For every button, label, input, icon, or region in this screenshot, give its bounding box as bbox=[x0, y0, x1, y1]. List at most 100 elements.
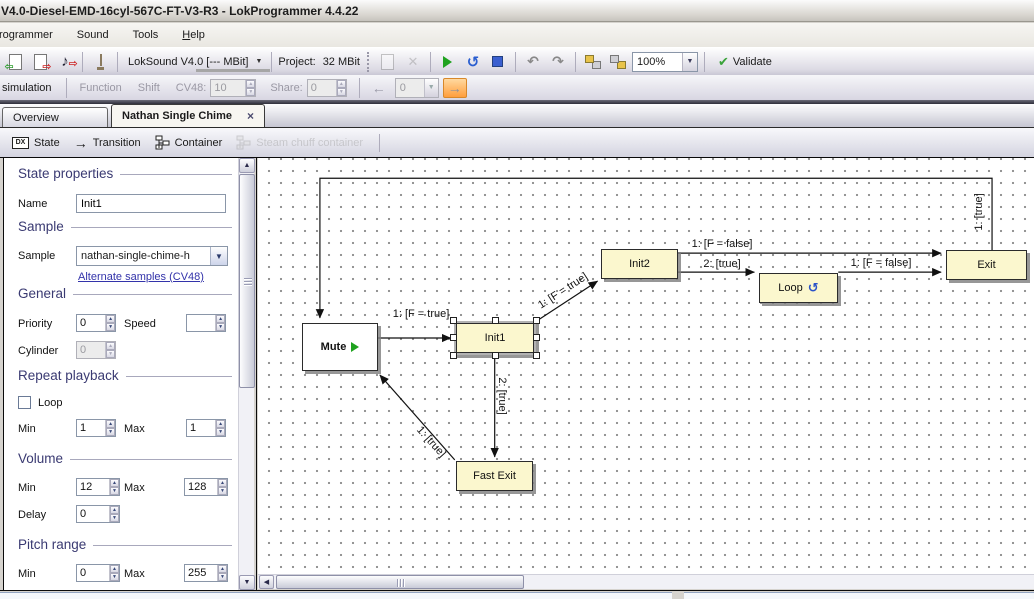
selection-handle[interactable] bbox=[450, 334, 457, 341]
write-sound-button[interactable]: ♪⇨ bbox=[54, 51, 76, 73]
pitch-max-spinner[interactable]: ▲▼ bbox=[184, 564, 228, 582]
write-decoder-button[interactable]: ⇨ bbox=[29, 51, 51, 73]
state-node-init1[interactable]: Init1 bbox=[456, 323, 534, 353]
spin-up-icon[interactable]: ▲ bbox=[337, 80, 346, 88]
validate-button[interactable]: ✔ Validate bbox=[711, 51, 779, 73]
spin-up-icon[interactable]: ▲ bbox=[110, 506, 119, 514]
nav-back-button[interactable]: ← bbox=[367, 78, 391, 98]
zoom-out-button[interactable] bbox=[607, 51, 629, 73]
repeat-min-value[interactable] bbox=[77, 420, 105, 436]
undo-button[interactable]: ↶ bbox=[522, 51, 544, 73]
state-node-mute[interactable]: Mute bbox=[302, 323, 378, 371]
priority-spinner[interactable]: ▲▼ bbox=[76, 314, 116, 332]
zoom-in-button[interactable] bbox=[582, 51, 604, 73]
repeat-max-spinner[interactable]: ▲▼ bbox=[186, 419, 226, 437]
transition-label[interactable]: 1: [F = false] bbox=[692, 238, 753, 250]
nav-forward-button[interactable]: → bbox=[443, 78, 467, 98]
volume-min-value[interactable] bbox=[77, 479, 109, 495]
spin-down-icon[interactable]: ▼ bbox=[216, 323, 225, 331]
programmer-hardware-button[interactable] bbox=[89, 51, 111, 73]
loop-checkbox[interactable] bbox=[18, 396, 31, 409]
spin-up-icon[interactable]: ▲ bbox=[216, 420, 225, 428]
loop-play-button[interactable]: ↺ bbox=[462, 51, 484, 73]
sample-dropdown[interactable]: nathan-single-chime-h ▼ bbox=[76, 246, 228, 266]
pitch-min-spinner[interactable]: ▲▼ bbox=[76, 564, 120, 582]
selection-handle[interactable] bbox=[450, 352, 457, 359]
redo-button[interactable]: ↷ bbox=[547, 51, 569, 73]
share-spinner[interactable]: ▲ ▼ bbox=[307, 79, 347, 97]
spin-down-icon[interactable]: ▼ bbox=[246, 88, 255, 96]
delay-spinner[interactable]: ▲▼ bbox=[76, 505, 120, 523]
spin-down-icon[interactable]: ▼ bbox=[218, 573, 227, 581]
tab-close-icon[interactable]: × bbox=[247, 109, 254, 123]
transition-label[interactable]: 2: [true] bbox=[496, 377, 508, 414]
tab-overview[interactable]: Overview bbox=[2, 107, 108, 127]
diagram-canvas[interactable]: 1: [F = true] 1: [F = true] 2: [true] 1:… bbox=[258, 158, 1034, 575]
tab-nathan-single-chime[interactable]: Nathan Single Chime × bbox=[111, 104, 265, 127]
nav-index-dropdown[interactable]: 0 ▼ bbox=[395, 78, 439, 98]
cv48-spinner[interactable]: ▲ ▼ bbox=[210, 79, 256, 97]
transition-label[interactable]: 1: [F = true] bbox=[393, 308, 450, 320]
spin-up-icon[interactable]: ▲ bbox=[216, 315, 225, 323]
scroll-up-button[interactable]: ▲ bbox=[239, 158, 255, 173]
repeat-min-spinner[interactable]: ▲▼ bbox=[76, 419, 116, 437]
state-node-init2[interactable]: Init2 bbox=[601, 249, 678, 279]
edit-disabled-button[interactable] bbox=[377, 51, 399, 73]
selection-handle[interactable] bbox=[533, 317, 540, 324]
delete-button[interactable]: ✕ bbox=[402, 51, 424, 73]
container-tool-button[interactable]: Container bbox=[151, 133, 227, 152]
speed-spinner[interactable]: ▲▼ bbox=[186, 314, 226, 332]
menu-tools[interactable]: Tools bbox=[125, 26, 167, 44]
alternate-samples-link[interactable]: Alternate samples (CV48) bbox=[78, 271, 204, 283]
cv48-value[interactable] bbox=[211, 80, 245, 96]
spin-down-icon[interactable]: ▼ bbox=[106, 428, 115, 436]
panel-scrollbar[interactable]: ▲ ▼ bbox=[238, 158, 254, 590]
volume-min-spinner[interactable]: ▲▼ bbox=[76, 478, 120, 496]
spin-up-icon[interactable]: ▲ bbox=[246, 80, 255, 88]
spin-up-icon[interactable]: ▲ bbox=[218, 479, 227, 487]
spin-down-icon[interactable]: ▼ bbox=[337, 88, 346, 96]
transition-tool-button[interactable]: → Transition bbox=[70, 133, 145, 153]
spin-up-icon[interactable]: ▲ bbox=[106, 342, 115, 350]
spin-down-icon[interactable]: ▼ bbox=[110, 514, 119, 522]
selection-handle[interactable] bbox=[450, 317, 457, 324]
state-node-fast-exit[interactable]: Fast Exit bbox=[456, 461, 533, 491]
selection-handle[interactable] bbox=[533, 334, 540, 341]
volume-max-value[interactable] bbox=[185, 479, 217, 495]
menu-sound[interactable]: Sound bbox=[69, 26, 117, 44]
scroll-left-button[interactable]: ◀ bbox=[259, 575, 274, 589]
delay-value[interactable] bbox=[77, 506, 109, 522]
name-input[interactable] bbox=[76, 194, 226, 213]
speed-value[interactable] bbox=[187, 315, 215, 331]
pitch-max-value[interactable] bbox=[185, 565, 217, 581]
repeat-max-value[interactable] bbox=[187, 420, 215, 436]
canvas-hscrollbar[interactable]: ◀ bbox=[258, 574, 1034, 589]
transition-label[interactable]: 1: [F = false] bbox=[851, 257, 912, 269]
spin-up-icon[interactable]: ▲ bbox=[110, 479, 119, 487]
share-value[interactable] bbox=[308, 80, 336, 96]
spin-down-icon[interactable]: ▼ bbox=[110, 487, 119, 495]
read-decoder-button[interactable]: ⇦ bbox=[4, 51, 26, 73]
menu-programmer[interactable]: rogrammer bbox=[0, 26, 61, 44]
scroll-thumb[interactable] bbox=[276, 575, 524, 589]
play-button[interactable] bbox=[437, 51, 459, 73]
selection-handle[interactable] bbox=[492, 352, 499, 359]
simulation-label[interactable]: simulation bbox=[2, 82, 52, 94]
transition-label[interactable]: 2: [true] bbox=[703, 258, 740, 270]
spin-down-icon[interactable]: ▼ bbox=[110, 573, 119, 581]
selection-handle[interactable] bbox=[533, 352, 540, 359]
scroll-thumb[interactable] bbox=[239, 174, 255, 388]
cylinder-spinner[interactable]: ▲▼ bbox=[76, 341, 116, 359]
spin-up-icon[interactable]: ▲ bbox=[106, 315, 115, 323]
priority-value[interactable] bbox=[77, 315, 105, 331]
state-node-loop[interactable]: Loop ↺ bbox=[759, 273, 838, 303]
scroll-down-button[interactable]: ▼ bbox=[239, 575, 255, 590]
spin-up-icon[interactable]: ▲ bbox=[106, 420, 115, 428]
pitch-min-value[interactable] bbox=[77, 565, 109, 581]
cylinder-value[interactable] bbox=[77, 342, 105, 358]
selection-handle[interactable] bbox=[492, 317, 499, 324]
stop-button[interactable] bbox=[487, 51, 509, 73]
spin-down-icon[interactable]: ▼ bbox=[106, 323, 115, 331]
spin-up-icon[interactable]: ▲ bbox=[218, 565, 227, 573]
spin-up-icon[interactable]: ▲ bbox=[110, 565, 119, 573]
